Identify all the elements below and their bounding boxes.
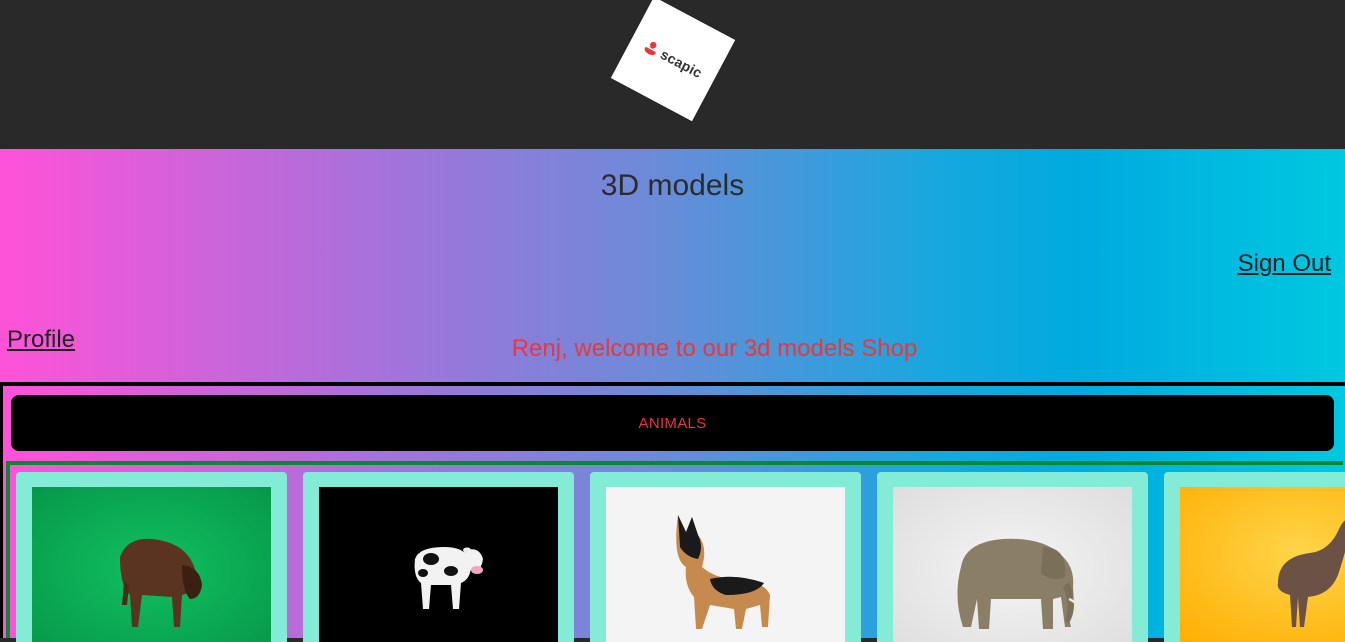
dog-icon bbox=[606, 487, 845, 642]
shop-section: ANIMALS bbox=[0, 382, 1345, 642]
logo-content: scapic bbox=[641, 37, 705, 81]
emu-icon bbox=[1180, 487, 1345, 642]
elephant-icon bbox=[893, 487, 1132, 642]
logo-text: scapic bbox=[657, 45, 705, 82]
product-card-cow[interactable] bbox=[303, 472, 574, 642]
cow-model-image[interactable] bbox=[319, 487, 558, 642]
dog-model-image[interactable] bbox=[606, 487, 845, 642]
product-card-bison[interactable] bbox=[16, 472, 287, 642]
product-card-elephant[interactable] bbox=[877, 472, 1148, 642]
sign-out-link[interactable]: Sign Out bbox=[1238, 250, 1331, 278]
top-bar: scapic bbox=[0, 0, 1345, 149]
elephant-model-image[interactable] bbox=[893, 487, 1132, 642]
welcome-message: Renj, welcome to our 3d models Shop bbox=[511, 335, 918, 362]
page-title: 3D models bbox=[600, 169, 745, 202]
scapic-logo[interactable]: scapic bbox=[610, 0, 736, 122]
product-card-emu[interactable] bbox=[1164, 472, 1345, 642]
cow-icon bbox=[319, 487, 558, 642]
hero-banner: 3D models Sign Out Profile Renj, welcome… bbox=[0, 149, 1345, 382]
product-card-dog[interactable] bbox=[590, 472, 861, 642]
bison-model-image[interactable] bbox=[32, 487, 271, 642]
product-grid-frame bbox=[6, 461, 1345, 642]
shop-panel: ANIMALS bbox=[3, 386, 1345, 642]
bison-icon bbox=[32, 487, 271, 642]
category-button-animals[interactable]: ANIMALS bbox=[11, 395, 1334, 451]
emu-model-image[interactable] bbox=[1180, 487, 1345, 642]
product-grid bbox=[16, 472, 1345, 642]
